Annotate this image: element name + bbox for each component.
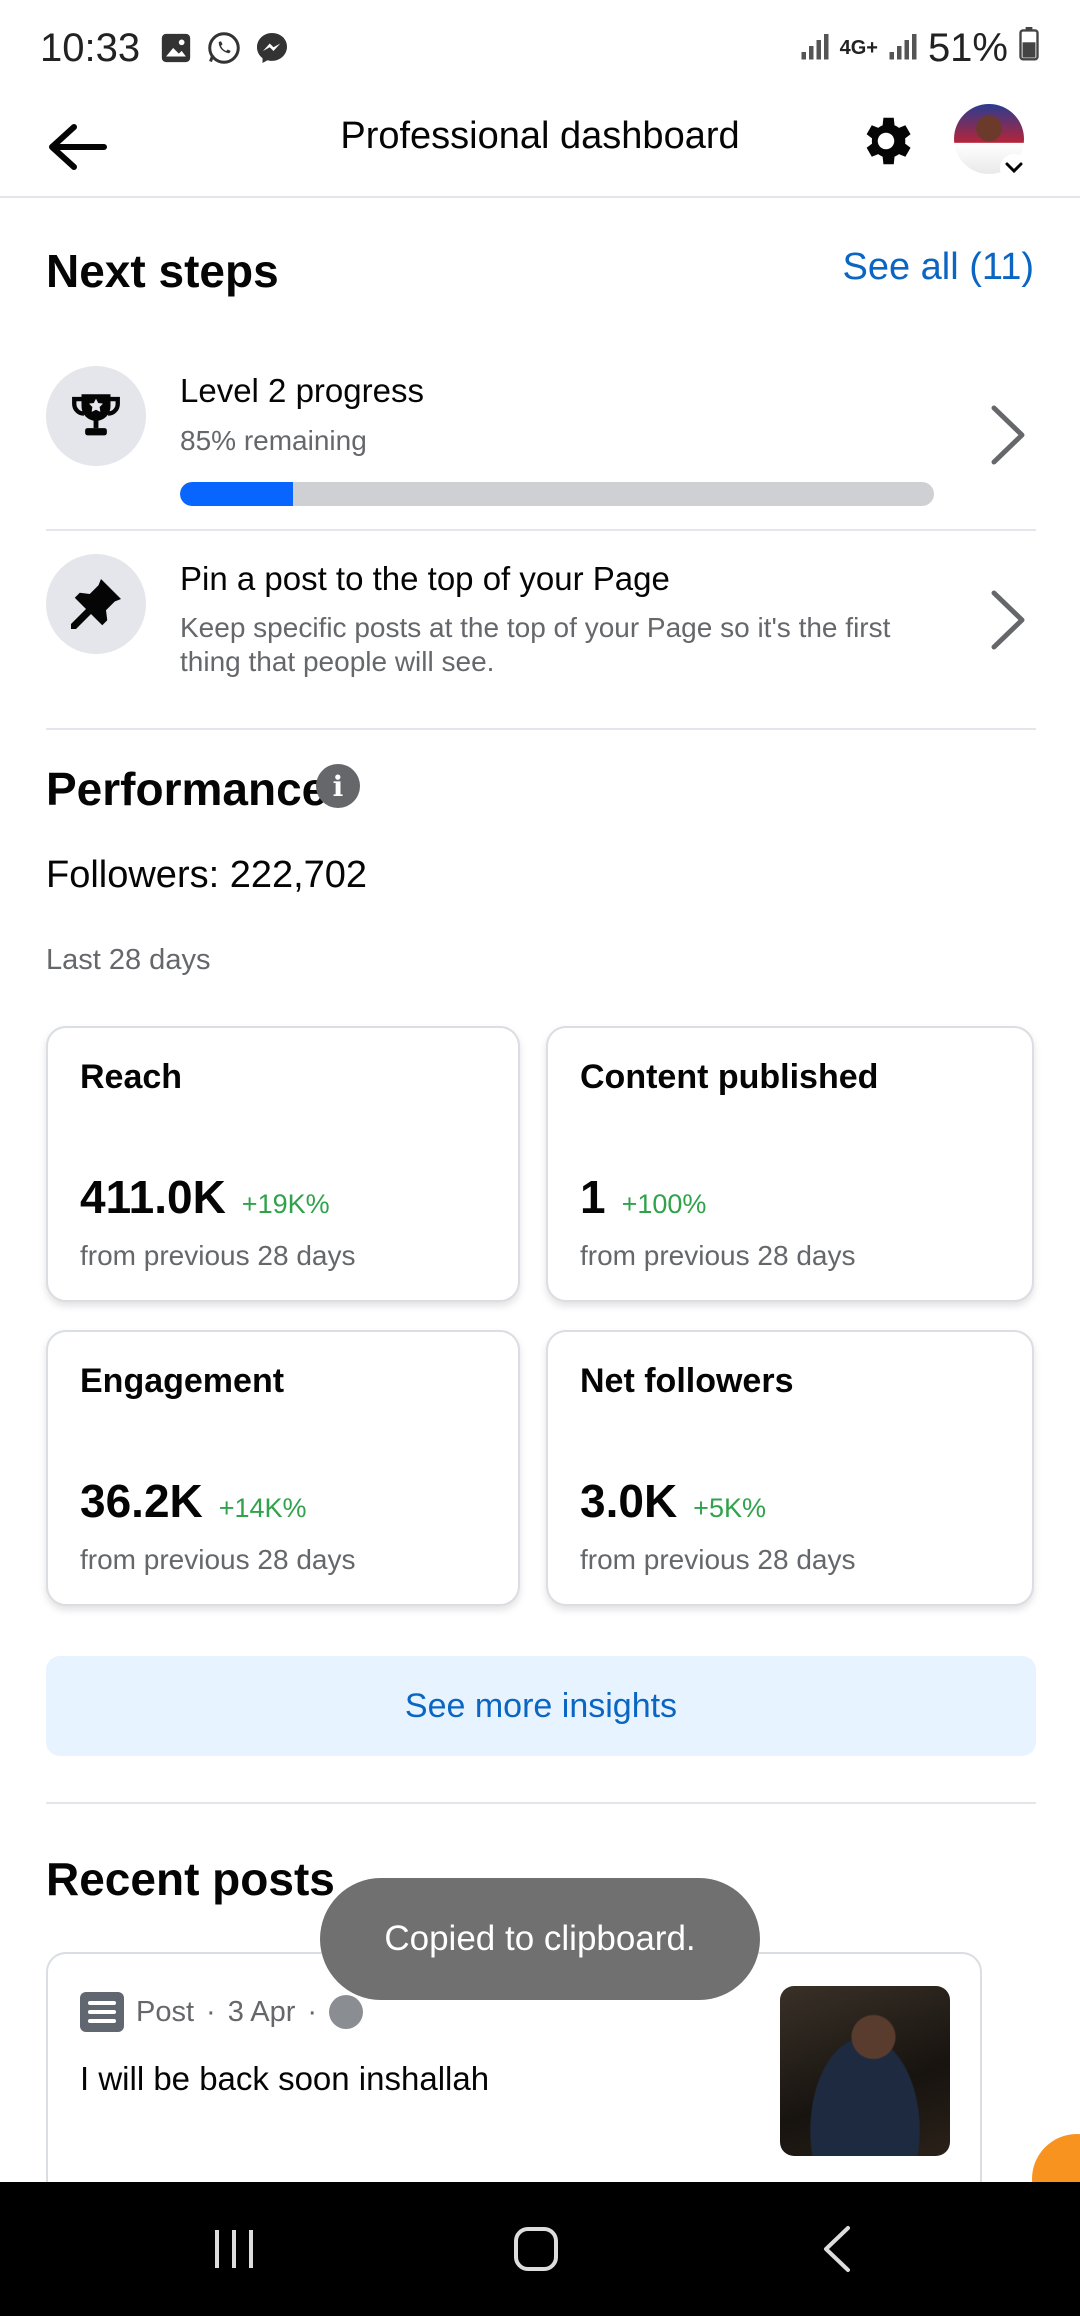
metric-comparison: from previous 28 days bbox=[80, 1240, 356, 1271]
gear-icon bbox=[866, 117, 911, 165]
metric-comparison: from previous 28 days bbox=[80, 1544, 356, 1575]
metric-delta: +100% bbox=[621, 1189, 707, 1219]
metric-value: 1 bbox=[580, 1171, 606, 1223]
metric-comparison: from previous 28 days bbox=[580, 1240, 856, 1271]
home-button[interactable] bbox=[436, 2182, 636, 2316]
chevron-right-icon bbox=[991, 405, 1025, 465]
back-arrow-icon bbox=[49, 124, 107, 170]
step-title: Pin a post to the top of your Page bbox=[180, 560, 670, 597]
settings-button[interactable] bbox=[855, 110, 917, 172]
messenger-icon bbox=[254, 30, 290, 66]
step-subtitle: 85% remaining bbox=[180, 425, 367, 456]
app-header: Professional dashboard bbox=[0, 96, 1080, 198]
back-nav-button[interactable] bbox=[738, 2182, 938, 2316]
post-meta: Post · 3 Apr · bbox=[80, 1992, 364, 2032]
step-subtitle-line-2: thing that people will see. bbox=[180, 646, 495, 677]
network-type: 4G+ bbox=[839, 37, 878, 59]
metric-card-engagement[interactable]: Engagement 36.2K +14K% from previous 28 d… bbox=[46, 1330, 520, 1606]
metric-delta: +14K% bbox=[218, 1493, 307, 1523]
metric-card-net-followers[interactable]: Net followers 3.0K +5K% from previous 28 … bbox=[546, 1330, 1034, 1606]
battery-percent: 51% bbox=[927, 25, 1008, 70]
metric-title: Content published bbox=[580, 1058, 879, 1096]
trophy-icon bbox=[46, 366, 146, 466]
metric-value-row: 411.0K +19K% bbox=[80, 1170, 330, 1224]
see-more-insights-button[interactable]: See more insights bbox=[46, 1656, 1036, 1756]
signal-icon bbox=[800, 26, 830, 71]
period-label: Last 28 days bbox=[46, 944, 211, 976]
section-divider bbox=[46, 1802, 1036, 1804]
metric-card-content-published[interactable]: Content published 1 +100% from previous 2… bbox=[546, 1026, 1034, 1302]
recent-apps-button[interactable] bbox=[134, 2182, 334, 2316]
info-icon[interactable]: i bbox=[316, 764, 360, 808]
clipboard-toast: Copied to clipboard. bbox=[320, 1878, 760, 2000]
meta-separator: · bbox=[206, 1995, 216, 2028]
status-time: 10:33 bbox=[40, 25, 141, 70]
section-divider bbox=[46, 728, 1036, 730]
metric-title: Net followers bbox=[580, 1362, 794, 1400]
metric-title: Engagement bbox=[80, 1362, 285, 1400]
recent-posts-heading: Recent posts bbox=[46, 1853, 335, 1905]
divider bbox=[46, 529, 1036, 531]
metric-value: 3.0K bbox=[580, 1475, 678, 1527]
whatsapp-icon bbox=[206, 30, 242, 66]
signal-icon-2 bbox=[888, 26, 918, 71]
performance-heading: Performance bbox=[46, 763, 328, 815]
metric-card-reach[interactable]: Reach 411.0K +19K% from previous 28 days bbox=[46, 1026, 520, 1302]
level-progress-bar bbox=[180, 482, 934, 506]
metric-delta: +19K% bbox=[241, 1189, 330, 1219]
step-title: Level 2 progress bbox=[180, 372, 424, 409]
metric-value-row: 1 +100% bbox=[580, 1170, 706, 1224]
post-type: Post bbox=[136, 1995, 195, 2028]
back-chevron-icon bbox=[824, 2226, 850, 2272]
chevron-right-icon bbox=[991, 590, 1025, 650]
meta-separator: · bbox=[307, 1995, 318, 2028]
metric-value: 411.0K bbox=[80, 1171, 226, 1223]
post-date: 3 Apr bbox=[227, 1995, 296, 2028]
status-bar: 10:33 4G+ 51% bbox=[0, 0, 1080, 96]
metric-comparison: from previous 28 days bbox=[580, 1544, 856, 1575]
post-thumbnail[interactable] bbox=[780, 1986, 950, 2156]
metric-delta: +5K% bbox=[693, 1493, 766, 1523]
page-title: Professional dashboard bbox=[340, 115, 740, 157]
system-nav-bar bbox=[0, 2182, 1080, 2316]
status-right: 4G+ 51% bbox=[800, 26, 1040, 71]
metric-value: 36.2K bbox=[80, 1475, 203, 1527]
metric-value-row: 3.0K +5K% bbox=[580, 1474, 766, 1528]
post-type-icon bbox=[80, 1992, 124, 2032]
globe-icon bbox=[329, 1995, 364, 2029]
metric-title: Reach bbox=[80, 1058, 183, 1096]
pin-icon bbox=[46, 554, 146, 654]
home-icon bbox=[514, 2227, 558, 2271]
level-progress-fill bbox=[180, 482, 294, 506]
chevron-down-icon[interactable] bbox=[1000, 154, 1028, 182]
battery-icon bbox=[1018, 26, 1040, 71]
see-all-link[interactable]: See all (11) bbox=[842, 246, 1034, 289]
recent-apps-icon bbox=[215, 2230, 253, 2268]
metric-value-row: 36.2K +14K% bbox=[80, 1474, 307, 1528]
post-text: I will be back soon inshallah bbox=[80, 2060, 490, 2097]
step-subtitle: Keep specific posts at the top of your P… bbox=[180, 612, 891, 643]
followers-count: Followers: 222,702 bbox=[46, 854, 368, 896]
back-button[interactable] bbox=[44, 114, 110, 180]
next-steps-heading: Next steps bbox=[46, 245, 279, 297]
gallery-icon bbox=[158, 30, 194, 66]
